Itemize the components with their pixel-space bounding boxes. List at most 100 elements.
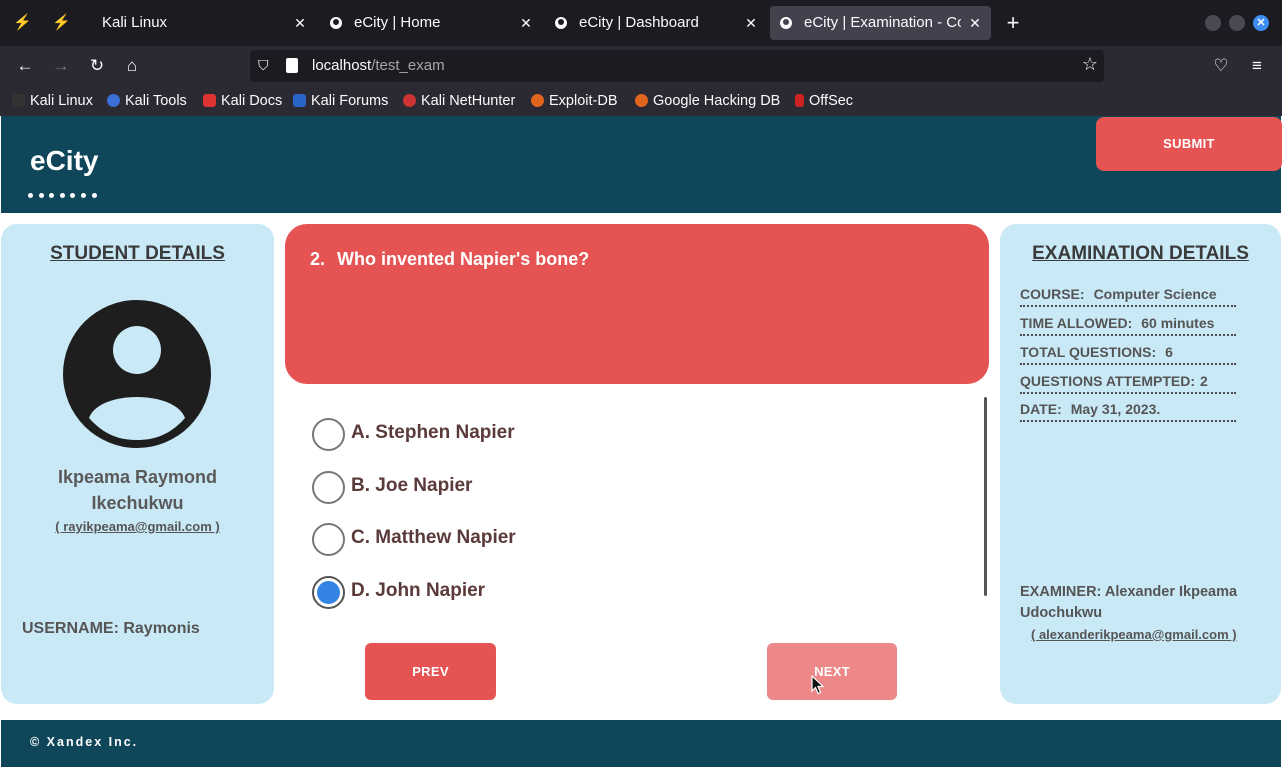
globe-icon	[555, 17, 567, 29]
examiner-email[interactable]: ( alexanderikpeama@gmail.com )	[1031, 627, 1237, 642]
tab-title: eCity | Examination - Co	[804, 14, 961, 31]
exam-row-label: QUESTIONS ATTEMPTED:	[1020, 373, 1195, 389]
option-label[interactable]: D. John Napier	[351, 580, 485, 602]
tab-close-icon[interactable]: ✕	[743, 6, 759, 40]
bookmark-label: Kali Linux	[30, 93, 93, 109]
student-email[interactable]: ( rayikpeama@gmail.com )	[1, 519, 274, 534]
bookmark-label: OffSec	[809, 93, 854, 109]
address-bar[interactable]: ⛉ localhost/test_exam ☆	[250, 50, 1104, 82]
option-d[interactable]: D. John Napier	[311, 576, 611, 610]
url-host: localhost	[312, 57, 372, 74]
option-c[interactable]: C. Matthew Napier	[311, 523, 611, 557]
examiner: EXAMINER: Alexander Ikpeama Udochukwu	[1020, 582, 1270, 624]
menu-icon[interactable]: ≡	[1245, 54, 1269, 78]
pocket-icon[interactable]: ♡	[1209, 54, 1233, 78]
submit-button[interactable]: SUBMIT	[1096, 117, 1282, 171]
tab-ecity-home[interactable]: eCity | Home ✕	[320, 6, 542, 40]
exam-row-label: DATE:	[1020, 401, 1062, 417]
bookmarks-bar: Kali Linux Kali Tools Kali Docs Kali For…	[0, 86, 1282, 116]
exam-row-label: TOTAL QUESTIONS:	[1020, 344, 1157, 360]
username-value: Raymonis	[123, 620, 200, 637]
reload-icon[interactable]: ↻	[85, 54, 109, 78]
url-path: /test_exam	[371, 57, 445, 74]
bookmark-kali-tools[interactable]: Kali Tools	[107, 86, 187, 116]
exam-row-value: 6	[1165, 344, 1173, 360]
footer-copyright: © Xandex Inc.	[30, 735, 139, 749]
exam-course-row: COURSE: Computer Science	[1020, 286, 1236, 307]
bookmark-offsec[interactable]: OffSec	[795, 86, 853, 116]
tab-title: Kali Linux	[102, 14, 168, 31]
kali-tools-icon	[107, 94, 120, 107]
bookmark-label: Google Hacking DB	[653, 93, 781, 109]
tab-close-icon[interactable]: ✕	[518, 6, 534, 40]
kali-dragon-icon[interactable]: ⚡	[52, 14, 71, 32]
bookmark-label: Kali NetHunter	[421, 93, 516, 109]
exam-time-row: TIME ALLOWED: 60 minutes	[1020, 315, 1236, 336]
kali-nethunter-icon	[403, 94, 416, 107]
tab-ecity-examination[interactable]: eCity | Examination - Co ✕	[770, 6, 991, 40]
kali-dragon-icon[interactable]: ⚡	[13, 14, 32, 32]
mouse-cursor-icon	[811, 675, 825, 695]
site-logo[interactable]: eCity	[30, 145, 98, 177]
site-footer: © Xandex Inc.	[1, 720, 1281, 767]
maximize-icon[interactable]	[1229, 15, 1245, 31]
next-button[interactable]: NEXT	[767, 643, 897, 700]
student-details-title: STUDENT DETAILS	[50, 243, 225, 264]
tab-title: eCity | Dashboard	[579, 14, 699, 31]
globe-icon	[780, 17, 792, 29]
kali-forums-icon	[293, 94, 306, 107]
tab-ecity-dashboard[interactable]: eCity | Dashboard ✕	[545, 6, 767, 40]
exam-row-value: Computer Science	[1093, 286, 1217, 302]
bookmark-kali-forums[interactable]: Kali Forums	[293, 86, 388, 116]
bookmark-kali-linux[interactable]: Kali Linux	[12, 86, 93, 116]
radio-button[interactable]	[312, 471, 345, 504]
bookmark-exploit-db[interactable]: Exploit-DB	[531, 86, 618, 116]
bookmark-kali-nethunter[interactable]: Kali NetHunter	[403, 86, 515, 116]
bookmark-google-hacking-db[interactable]: Google Hacking DB	[635, 86, 780, 116]
option-label[interactable]: B. Joe Napier	[351, 475, 472, 497]
kali-docs-icon	[203, 94, 216, 107]
radio-button-checked[interactable]	[312, 576, 345, 609]
radio-button[interactable]	[312, 523, 345, 556]
tab-close-icon[interactable]: ✕	[967, 6, 983, 40]
exam-row-value: 60 minutes	[1141, 315, 1215, 331]
prev-button[interactable]: PREV	[365, 643, 496, 700]
page-icon[interactable]	[286, 58, 298, 73]
user-avatar-icon	[63, 300, 211, 448]
exam-attempted-row: QUESTIONS ATTEMPTED: 2	[1020, 373, 1236, 394]
student-username: USERNAME: Raymonis	[22, 620, 200, 638]
option-label[interactable]: A. Stephen Napier	[351, 422, 515, 444]
logo-dots	[28, 185, 108, 198]
exam-page: eCity SUBMIT STUDENT DETAILS Ikpeama Ray…	[0, 116, 1282, 767]
new-tab-icon[interactable]: +	[1001, 10, 1025, 36]
bookmark-star-icon[interactable]: ☆	[1082, 54, 1098, 75]
question-card: 2. Who invented Napier's bone?	[285, 224, 989, 384]
student-details-panel: STUDENT DETAILS Ikpeama Raymond Ikechukw…	[1, 224, 274, 704]
username-label: USERNAME:	[22, 620, 119, 637]
tab-close-icon[interactable]: ✕	[292, 6, 308, 40]
kali-icon	[12, 94, 25, 107]
tab-kali-linux[interactable]: Kali Linux ✕	[70, 6, 316, 40]
home-icon[interactable]: ⌂	[120, 54, 144, 78]
forward-arrow-icon[interactable]: →	[49, 54, 73, 78]
site-header: eCity SUBMIT	[1, 116, 1282, 213]
bookmark-kali-docs[interactable]: Kali Docs	[203, 86, 282, 116]
back-arrow-icon[interactable]: ←	[13, 54, 37, 78]
student-name: Ikpeama Raymond Ikechukwu	[57, 467, 218, 513]
question-number: 2.	[310, 249, 326, 269]
tab-title: eCity | Home	[354, 14, 441, 31]
bookmark-label: Kali Tools	[125, 93, 187, 109]
exam-date-row: DATE: May 31, 2023.	[1020, 401, 1236, 422]
radio-button[interactable]	[312, 418, 345, 451]
option-b[interactable]: B. Joe Napier	[311, 471, 611, 505]
option-a[interactable]: A. Stephen Napier	[311, 418, 611, 452]
window-close-icon[interactable]: ✕	[1253, 15, 1269, 31]
shield-icon[interactable]: ⛉	[258, 57, 272, 74]
browser-nav-bar: ← → ↻ ⌂ ⛉ localhost/test_exam ☆ ♡ ≡	[0, 46, 1282, 86]
option-label[interactable]: C. Matthew Napier	[351, 527, 516, 549]
offsec-icon	[795, 94, 804, 107]
options-scrollbar[interactable]	[984, 397, 987, 596]
url-text: localhost/test_exam	[312, 50, 445, 82]
browser-tab-bar: ⚡ ⚡ Kali Linux ✕ eCity | Home ✕ eCity | …	[0, 0, 1282, 46]
minimize-icon[interactable]	[1205, 15, 1221, 31]
